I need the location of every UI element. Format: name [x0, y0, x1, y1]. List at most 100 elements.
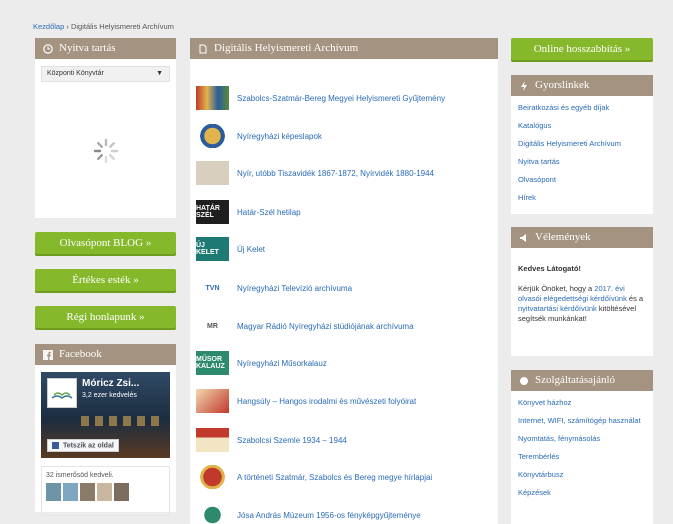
archive-item[interactable]: HATÁR SZÉL Határ-Szél hetilap: [196, 200, 301, 224]
archive-item[interactable]: Szabolcsi Szemle 1934 – 1944: [196, 428, 347, 452]
blog-button[interactable]: Olvasópont BLOG »: [35, 232, 176, 256]
friend-avatar[interactable]: [80, 483, 95, 501]
archive-item[interactable]: Nyír, utóbb Tiszavidék 1867-1872, Nyírvi…: [196, 161, 434, 185]
archive-thumbnail[interactable]: [196, 503, 229, 524]
opening-hours-header: Nyitva tartás: [35, 38, 176, 59]
archive-link[interactable]: Hangsúly – Hangos irodalmi és művészeti …: [237, 397, 416, 406]
service-item: Terembérlés: [518, 452, 646, 461]
quick-links-list: Beiratkozási és egyéb díjak Katalógus Digi…: [511, 96, 653, 202]
megaphone-icon: [520, 233, 526, 242]
archive-thumbnail[interactable]: [196, 428, 229, 452]
service-item: Könyvet házhoz: [518, 398, 646, 407]
archive-thumbnail[interactable]: [196, 465, 229, 489]
old-site-button[interactable]: Régi honlapunk »: [35, 306, 176, 330]
archive-link[interactable]: Magyar Rádió Nyíregyházi stúdiójának arc…: [237, 322, 414, 331]
quick-links-header: Gyorslinkek: [511, 75, 653, 96]
archive-link[interactable]: A történeti Szatmár, Szabolcs és Bereg m…: [237, 473, 432, 482]
archive-thumbnail[interactable]: [196, 161, 229, 185]
facebook-page-plugin[interactable]: Móricz Zsi... 3,2 ezer kedvelés Tetszik …: [41, 372, 170, 458]
friend-avatar[interactable]: [97, 483, 112, 501]
library-select[interactable]: Központi Könyvtár ▼: [41, 66, 170, 82]
archive-item[interactable]: TVN Nyíregyházi Televízió archívuma: [196, 276, 352, 300]
facebook-page-name[interactable]: Móricz Zsi...: [82, 378, 139, 389]
archive-thumbnail[interactable]: TVN: [196, 276, 229, 300]
archive-thumbnail[interactable]: MŰSOR KALAUZ: [196, 351, 229, 375]
facebook-like-label: Tetszik az oldal: [62, 442, 114, 449]
archive-thumbnail[interactable]: ÚJ KELET: [196, 237, 229, 261]
services-title: Szolgáltatásajánló: [535, 374, 616, 386]
archive-item[interactable]: Nyíregyházi képeslapok: [196, 124, 322, 148]
facebook-like-button[interactable]: Tetszik az oldal: [47, 438, 119, 452]
service-link[interactable]: Terembérlés: [518, 452, 559, 461]
archive-item[interactable]: Jósa András Múzeum 1956-os fényképgyűjte…: [196, 503, 421, 524]
archive-thumbnail[interactable]: [196, 389, 229, 413]
service-link[interactable]: Könyvet házhoz: [518, 398, 571, 407]
facebook-header: Facebook: [35, 344, 176, 365]
archive-link[interactable]: Nyír, utóbb Tiszavidék 1867-1872, Nyírvi…: [237, 169, 434, 178]
facebook-title: Facebook: [59, 348, 102, 360]
archive-link[interactable]: Új Kelet: [237, 245, 265, 254]
opinions-text-mid: és a: [626, 294, 644, 303]
quick-link-link[interactable]: Hírek: [518, 193, 536, 202]
online-renewal-button[interactable]: Online hosszabbítás »: [511, 38, 653, 62]
archive-item[interactable]: MŰSOR KALAUZ Nyíregyházi Műsorkalauz: [196, 351, 327, 375]
services-panel: Szolgáltatásajánló Könyvet házhoz Interne…: [511, 370, 653, 524]
quick-link-link[interactable]: Digitális Helyismereti Archívum: [518, 139, 621, 148]
archive-link[interactable]: Jósa András Múzeum 1956-os fényképgyűjte…: [237, 511, 421, 520]
friend-avatar[interactable]: [46, 483, 61, 501]
archive-item[interactable]: ÚJ KELET Új Kelet: [196, 237, 265, 261]
archive-thumbnail[interactable]: [196, 86, 229, 110]
circle-icon: [520, 376, 528, 385]
facebook-friends-text: 32 ismerősöd kedveli.: [46, 472, 114, 479]
archive-item[interactable]: Hangsúly – Hangos irodalmi és művészeti …: [196, 389, 416, 413]
service-link[interactable]: Képzések: [518, 488, 551, 497]
friend-avatar[interactable]: [63, 483, 78, 501]
archive-thumbnail[interactable]: MR: [196, 314, 229, 338]
archive-link[interactable]: Határ-Szél hetilap: [237, 208, 301, 217]
evenings-button[interactable]: Értékes esték »: [35, 269, 176, 293]
friend-avatar[interactable]: [114, 483, 129, 501]
quick-link-link[interactable]: Katalógus: [518, 121, 551, 130]
quick-link-link[interactable]: Beiratkozási és egyéb díjak: [518, 103, 609, 112]
service-link[interactable]: Könyvtárbusz: [518, 470, 563, 479]
loading-spinner-icon: [93, 138, 119, 164]
service-item: Képzések: [518, 488, 646, 497]
archive-item[interactable]: MR Magyar Rádió Nyíregyházi stúdiójának a…: [196, 314, 414, 338]
archive-link[interactable]: Nyíregyházi Televízió archívuma: [237, 284, 352, 293]
library-logo-icon: [47, 378, 77, 408]
facebook-friends: 32 ismerősöd kedveli.: [41, 466, 170, 516]
opinions-title: Vélemények: [535, 231, 591, 243]
service-link[interactable]: Internet, WIFI, számítógép használat: [518, 416, 641, 425]
archive-link[interactable]: Szabolcsi Szemle 1934 – 1944: [237, 436, 347, 445]
quick-link-item: Nyitva tartás: [518, 157, 646, 166]
quick-links-title: Gyorslinkek: [535, 79, 590, 91]
opening-hours-survey-link[interactable]: nyitvatartási kérdőívünk: [518, 304, 597, 313]
service-item: Internet, WIFI, számítógép használat: [518, 416, 646, 425]
clock-icon: [43, 43, 53, 54]
quick-link-item: Beiratkozási és egyéb díjak: [518, 103, 646, 112]
archive-panel: Digitális Helyismereti Archívum Szabolcs…: [190, 38, 498, 524]
archive-thumbnail[interactable]: [196, 124, 229, 148]
archive-link[interactable]: Szabolcs-Szatmár-Bereg Megyei Helyismere…: [237, 94, 445, 103]
service-item: Könyvtárbusz: [518, 470, 646, 479]
library-select-value: Központi Könyvtár: [47, 70, 104, 77]
breadcrumb-separator: ›: [66, 22, 69, 31]
quick-link-link[interactable]: Olvasópont: [518, 175, 556, 184]
archive-link[interactable]: Nyíregyházi képeslapok: [237, 132, 322, 141]
opinions-header: Vélemények: [511, 227, 653, 248]
archive-item[interactable]: A történeti Szatmár, Szabolcs és Bereg m…: [196, 465, 432, 489]
opinions-body: Kedves Látogató! Kérjük Önöket, hogy a 2…: [511, 248, 653, 324]
quick-link-item: Hírek: [518, 193, 646, 202]
archive-item[interactable]: Szabolcs-Szatmár-Bereg Megyei Helyismere…: [196, 86, 445, 110]
opinions-text-before: Kérjük Önöket, hogy a: [518, 284, 595, 293]
quick-link-link[interactable]: Nyitva tartás: [518, 157, 560, 166]
service-link[interactable]: Nyomtatás, fénymásolás: [518, 434, 600, 443]
opening-hours-panel: Nyitva tartás Központi Könyvtár ▼: [35, 38, 176, 218]
quick-link-item: Katalógus: [518, 121, 646, 130]
breadcrumb-home-link[interactable]: Kezdőlap: [33, 22, 64, 31]
breadcrumb: Kezdőlap › Digitális Helyismereti Archív…: [33, 22, 174, 31]
opening-hours-title: Nyitva tartás: [59, 42, 116, 54]
facebook-like-icon: [52, 441, 59, 449]
archive-thumbnail[interactable]: HATÁR SZÉL: [196, 200, 229, 224]
archive-link[interactable]: Nyíregyházi Műsorkalauz: [237, 359, 327, 368]
